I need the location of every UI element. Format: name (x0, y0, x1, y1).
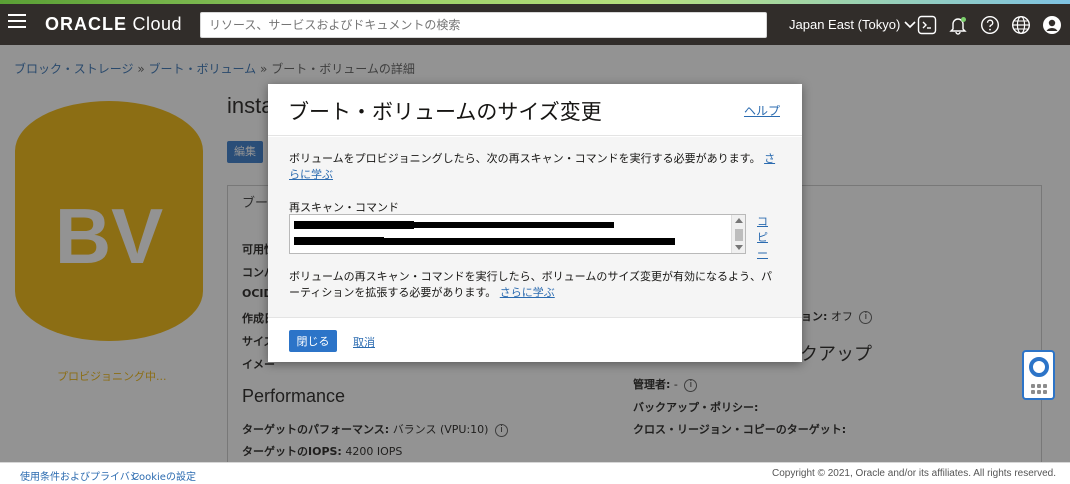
scroll-up-arrow-icon[interactable] (735, 218, 743, 223)
lifebuoy-icon (1029, 357, 1049, 377)
help-link[interactable]: ヘルプ (744, 102, 780, 119)
close-button[interactable]: 閉じる (289, 330, 337, 352)
chevron-down-icon (904, 20, 916, 28)
redacted-command (384, 238, 675, 245)
dialog-header: ブート・ボリュームのサイズ変更 ヘルプ (268, 84, 802, 136)
cancel-link[interactable]: 取消 (353, 334, 375, 350)
partition-instructions: ボリュームの再スキャン・コマンドを実行したら、ボリュームのサイズ変更が有効になる… (289, 269, 779, 301)
notifications-bell-icon[interactable] (948, 15, 968, 35)
rescan-command-label: 再スキャン・コマンド (289, 201, 399, 214)
copy-link[interactable]: コピー (757, 214, 775, 262)
oracle-cloud-logo[interactable]: ORACLE Cloud (45, 14, 182, 35)
dialog-title: ブート・ボリュームのサイズ変更 (288, 100, 602, 124)
scrollbar[interactable] (731, 215, 745, 253)
language-globe-icon[interactable] (1011, 15, 1031, 35)
redacted-command (294, 221, 414, 229)
page-footer: 使用条件およびプライバシ Cookieの設定 Copyright © 2021,… (0, 462, 1070, 484)
region-label: Japan East (Tokyo) (789, 17, 901, 32)
menu-icon[interactable] (8, 14, 26, 32)
scroll-down-arrow-icon[interactable] (735, 245, 743, 250)
help-question-icon[interactable] (980, 15, 1000, 35)
scroll-thumb[interactable] (735, 229, 743, 241)
search-input[interactable] (200, 12, 767, 38)
top-header: ORACLE Cloud Japan East (Tokyo) (0, 4, 1070, 45)
region-selector[interactable]: Japan East (Tokyo) (789, 17, 916, 32)
user-profile-icon[interactable] (1042, 15, 1062, 35)
terms-privacy-link[interactable]: 使用条件およびプライバシ (20, 468, 140, 483)
dialog-body: ボリュームをプロビジョニングしたら、次の再スキャン・コマンドを実行する必要があり… (268, 137, 802, 317)
rescan-instructions: ボリュームをプロビジョニングしたら、次の再スキャン・コマンドを実行する必要があり… (289, 151, 779, 183)
cookie-settings-link[interactable]: Cookieの設定 (132, 468, 196, 483)
redacted-command (414, 222, 614, 228)
redacted-command (294, 237, 384, 245)
learn-more-link[interactable]: さらに学ぶ (500, 286, 555, 299)
grid-dots-icon (1031, 384, 1047, 394)
help-widget[interactable] (1022, 350, 1055, 400)
dialog-footer: 閉じる 取消 (268, 317, 802, 362)
rescan-command-textarea[interactable] (289, 214, 746, 254)
copyright-text: Copyright © 2021, Oracle and/or its affi… (772, 468, 1056, 479)
cloud-shell-icon[interactable] (917, 15, 937, 35)
rescan-instructions-text: ボリュームをプロビジョニングしたら、次の再スキャン・コマンドを実行する必要があり… (289, 152, 761, 165)
resize-boot-volume-dialog: ブート・ボリュームのサイズ変更 ヘルプ ボリュームをプロビジョニングしたら、次の… (268, 84, 802, 362)
